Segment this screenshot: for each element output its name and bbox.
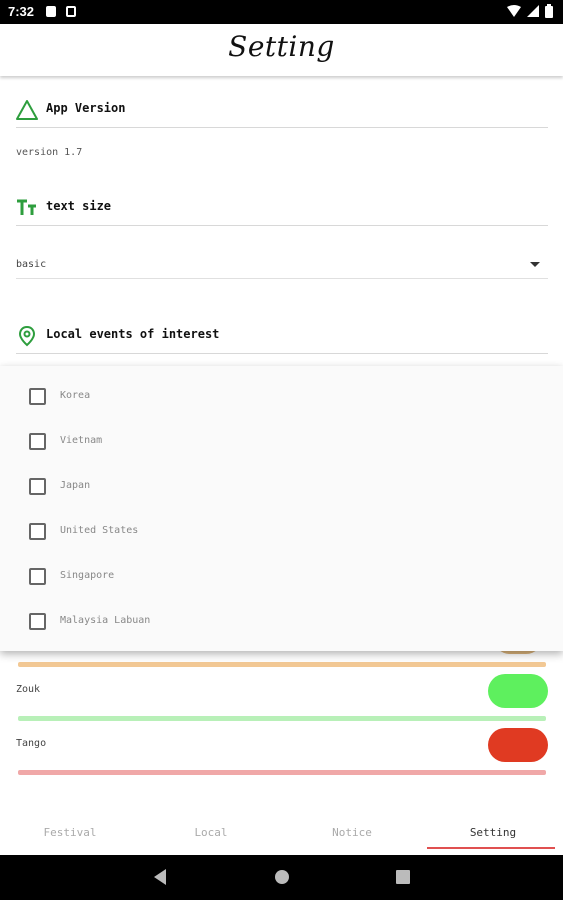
tab-festival[interactable]: Festival: [0, 813, 140, 855]
status-bar: 7:32: [0, 0, 563, 24]
wifi-icon: [507, 5, 521, 17]
app-header: Setting: [0, 24, 563, 76]
sd-card-icon: [66, 6, 76, 17]
text-size-selected-value: basic: [16, 259, 47, 270]
dropdown-item-label: United States: [60, 525, 139, 536]
genre-divider: [18, 716, 546, 721]
location-pin-icon: [18, 325, 36, 347]
tab-label: Notice: [332, 826, 372, 839]
sim-card-icon: [46, 6, 56, 17]
genre-divider: [18, 770, 546, 775]
active-tab-indicator: [427, 847, 555, 849]
dropdown-item-malaysia-labuan[interactable]: Malaysia Labuan: [0, 599, 563, 644]
checkbox[interactable]: [29, 433, 46, 450]
tab-setting[interactable]: Setting: [427, 813, 559, 855]
local-events-dropdown: Korea Vietnam Japan United States Singap…: [0, 366, 563, 651]
dropdown-item-label: Singapore: [60, 570, 115, 581]
status-time: 7:32: [8, 4, 35, 19]
genre-toggle-zouk[interactable]: [488, 674, 548, 708]
genre-row-zouk: Zouk: [0, 674, 563, 724]
genre-divider: [18, 662, 546, 667]
system-nav-bar: [0, 855, 563, 900]
tab-local[interactable]: Local: [141, 813, 281, 855]
text-size-select[interactable]: basic: [16, 251, 548, 279]
dropdown-item-united-states[interactable]: United States: [0, 509, 563, 554]
home-icon[interactable]: [274, 868, 290, 886]
signal-icon: [527, 5, 539, 17]
tab-notice[interactable]: Notice: [282, 813, 422, 855]
recents-icon[interactable]: [395, 868, 411, 886]
app-version-title: App Version: [46, 101, 126, 115]
warning-triangle-icon: [16, 100, 38, 120]
dropdown-item-vietnam[interactable]: Vietnam: [0, 419, 563, 464]
bottom-nav: Festival Local Notice Setting: [0, 813, 563, 855]
local-events-header: Local events of interest: [16, 320, 548, 354]
dropdown-item-singapore[interactable]: Singapore: [0, 554, 563, 599]
text-size-icon: [17, 199, 36, 215]
checkbox[interactable]: [29, 523, 46, 540]
text-size-header: text size: [16, 192, 548, 226]
checkbox[interactable]: [29, 568, 46, 585]
page-title: Setting: [228, 30, 335, 63]
genre-label-zouk: Zouk: [16, 684, 41, 695]
dropdown-item-japan[interactable]: Japan: [0, 464, 563, 509]
tab-label: Festival: [43, 826, 97, 839]
checkbox[interactable]: [29, 388, 46, 405]
genre-label-tango: Tango: [16, 738, 47, 749]
genre-row-tango: Tango: [0, 728, 563, 778]
app-version-value: version 1.7: [16, 147, 83, 158]
tab-label: Setting: [469, 826, 517, 839]
dropdown-item-label: Japan: [60, 480, 91, 491]
dropdown-item-label: Korea: [60, 390, 91, 401]
app-version-header: App Version: [16, 94, 548, 128]
dropdown-item-label: Vietnam: [60, 435, 103, 446]
tab-label: Local: [194, 826, 228, 839]
genre-toggle-tango[interactable]: [488, 728, 548, 762]
dropdown-item-korea[interactable]: Korea: [0, 374, 563, 419]
checkbox[interactable]: [29, 478, 46, 495]
back-icon[interactable]: [152, 868, 168, 886]
battery-icon: [545, 4, 553, 18]
text-size-title: text size: [46, 199, 112, 213]
dropdown-item-label: Malaysia Labuan: [60, 615, 151, 626]
checkbox[interactable]: [29, 613, 46, 630]
dropdown-arrow-icon: [530, 262, 540, 267]
local-events-title: Local events of interest: [46, 327, 220, 341]
